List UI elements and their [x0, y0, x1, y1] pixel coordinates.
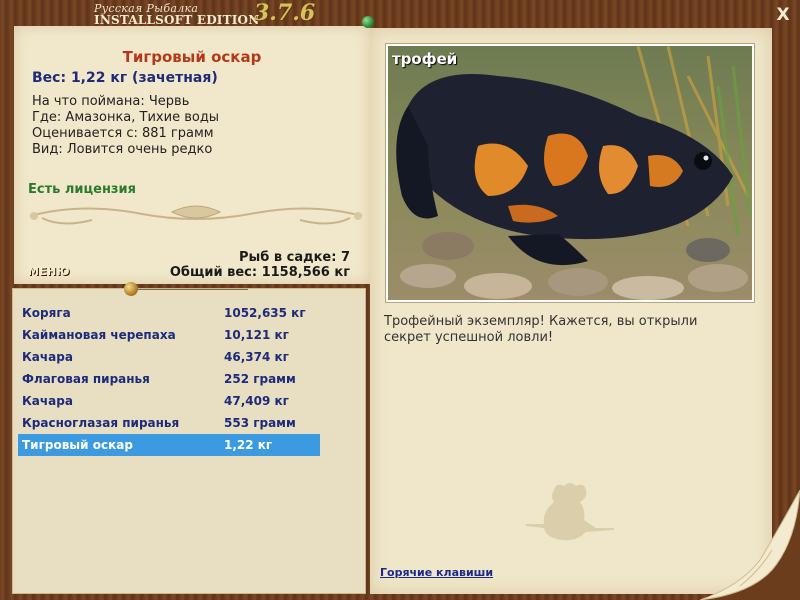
list-item-name: Тигровый оскар [22, 438, 133, 452]
list-item[interactable]: Качара 46,374 кг [18, 346, 320, 368]
list-item-weight: 1052,635 кг [224, 306, 306, 320]
list-item-weight: 553 грамм [224, 416, 296, 430]
keepnet-count: Рыб в садке: 7 [238, 250, 350, 265]
list-item-weight: 47,409 кг [224, 394, 289, 408]
license-status: Есть лицензия [28, 182, 136, 197]
list-item[interactable]: Флаговая пиранья 252 грамм [18, 368, 320, 390]
list-item-weight: 10,121 кг [224, 328, 289, 342]
list-item-name: Красноглазая пиранья [22, 416, 180, 430]
gold-pin-icon [124, 282, 138, 296]
rated-line: Оценивается с: 881 грамм [32, 126, 214, 141]
title-line-2: INSTALLSOFT EDITION [94, 13, 260, 27]
list-item-name: Флаговая пиранья [22, 372, 150, 386]
hotkeys-link[interactable]: Горячие клавиши [380, 566, 493, 579]
list-item-name: Качара [22, 394, 73, 408]
list-item-name: Качара [22, 350, 73, 364]
green-pin-icon [362, 16, 374, 28]
catch-list: Коряга 1052,635 кг Каймановая черепаха 1… [18, 302, 320, 456]
list-item[interactable]: Качара 47,409 кг [18, 390, 320, 412]
close-button[interactable]: X [772, 4, 794, 26]
catch-description: Трофейный экземпляр! Кажется, вы открыли… [384, 314, 698, 345]
tiger-oscar-fish-icon [388, 46, 752, 300]
fish-name: Тигровый оскар [122, 48, 262, 66]
list-item-weight: 46,374 кг [224, 350, 289, 364]
list-item[interactable]: Коряга 1052,635 кг [18, 302, 320, 324]
list-item[interactable]: Красноглазая пиранья 553 грамм [18, 412, 320, 434]
menu-button[interactable]: МЕНЮ [28, 265, 76, 281]
page-curl-icon [700, 490, 800, 600]
list-item-weight: 1,22 кг [224, 438, 273, 452]
location-line: Где: Амазонка, Тихие воды [32, 110, 220, 125]
bait-line: На что поймана: Червь [32, 94, 190, 109]
pin-string [138, 289, 248, 290]
ornament-divider-icon [29, 205, 363, 225]
version-label: 3.7.6 [254, 0, 316, 26]
list-item-selected[interactable]: Тигровый оскар 1,22 кг [18, 434, 320, 456]
list-item-name: Каймановая черепаха [22, 328, 176, 342]
list-item-name: Коряга [22, 306, 71, 320]
fish-photo [386, 44, 754, 302]
app-title: Русская Рыбалка INSTALLSOFT EDITION 3.7.… [94, 0, 334, 28]
kind-line: Вид: Ловится очень редко [32, 142, 213, 157]
list-item-weight: 252 грамм [224, 372, 296, 386]
keepnet-total-weight: Общий вес: 1158,566 кг [169, 265, 350, 280]
fisherman-silhouette-icon [526, 483, 614, 541]
trophy-label: трофей [392, 50, 458, 68]
fish-weight: Вес: 1,22 кг (зачетная) [32, 70, 218, 86]
list-item[interactable]: Каймановая черепаха 10,121 кг [18, 324, 320, 346]
